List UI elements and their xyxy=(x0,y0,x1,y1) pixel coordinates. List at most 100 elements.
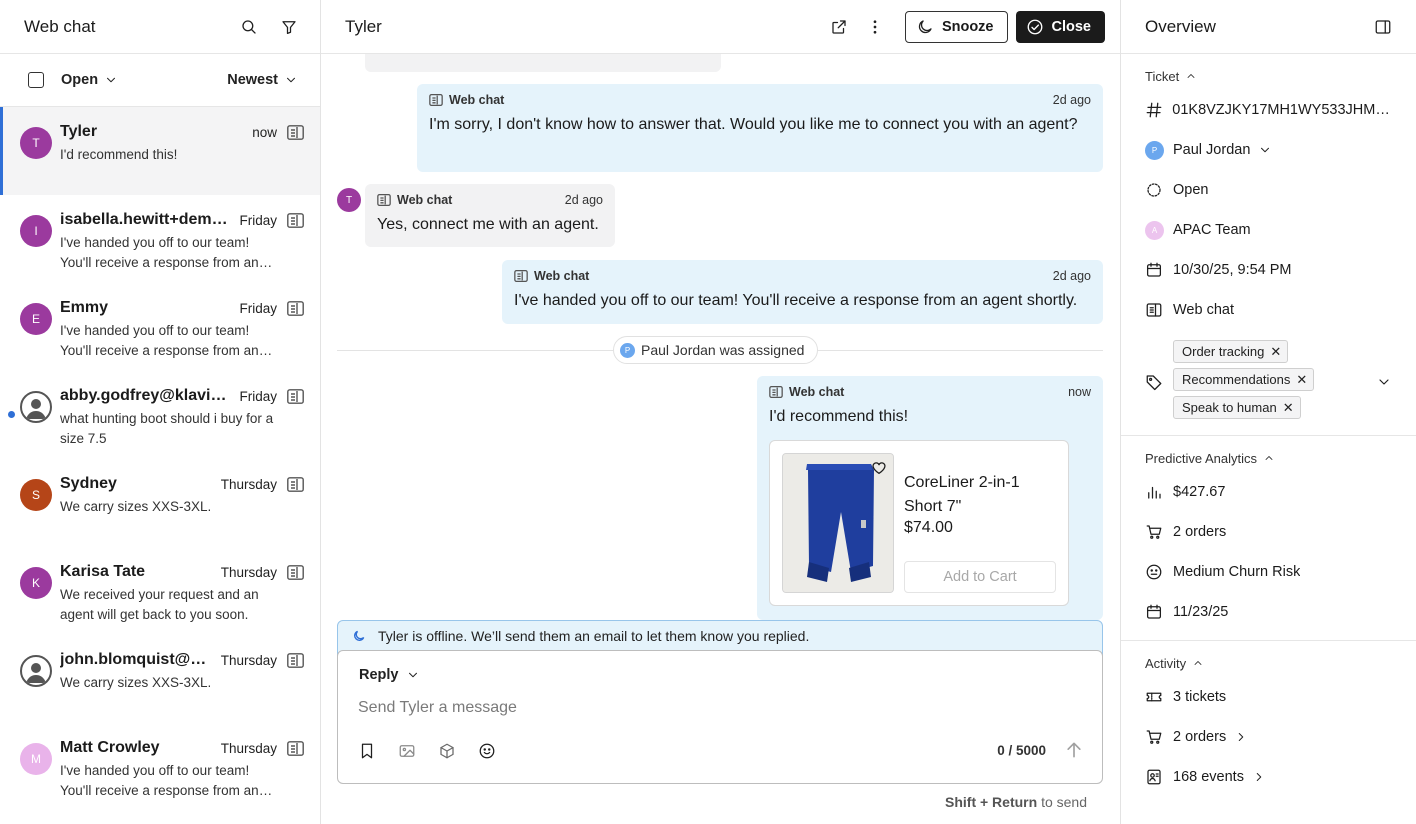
conversation-name: Tyler xyxy=(60,123,98,140)
message-bubble: Web chat 2d ago I'm sorry, I don't know … xyxy=(417,84,1103,172)
close-ticket-button[interactable]: Close xyxy=(1015,10,1105,43)
web-chat-icon xyxy=(287,124,304,140)
ticket-section-toggle[interactable]: Ticket xyxy=(1145,66,1392,86)
predictive-analytics-section: Predictive Analytics $427.67 2 orders Me… xyxy=(1121,436,1416,641)
conversation-time: Thursday xyxy=(220,564,277,580)
team-row[interactable]: A APAC Team xyxy=(1145,210,1392,250)
conversation-item[interactable]: M Matt Crowley Thursday I've handed you … xyxy=(0,723,320,811)
add-to-cart-button[interactable]: Add to Cart xyxy=(904,561,1056,593)
sidebar-icon xyxy=(1375,19,1391,34)
remove-tag-button[interactable]: ✕ xyxy=(1296,372,1307,388)
conversation-item[interactable]: K Karisa Tate Thursday We received your … xyxy=(0,547,320,635)
filter-button[interactable] xyxy=(276,14,302,40)
product-name: CoreLiner 2-in-1 Short 7" xyxy=(904,474,1020,515)
favorite-button[interactable] xyxy=(871,460,887,476)
activity-orders-row[interactable]: 2 orders xyxy=(1145,717,1392,757)
conversation-item[interactable]: E Emmy Friday I've handed you off to our… xyxy=(0,283,320,371)
product-card[interactable]: CoreLiner 2-in-1 Short 7" $74.00 Add to … xyxy=(769,440,1069,606)
profile-card-icon xyxy=(1147,769,1161,785)
activity-section-toggle[interactable]: Activity xyxy=(1145,653,1392,673)
chevron-up-icon xyxy=(1194,661,1202,665)
assignee-avatar: P xyxy=(1145,140,1164,160)
moon-icon xyxy=(918,19,932,33)
conversation-preview: I've handed you off to our team! You'll … xyxy=(60,235,259,270)
conversation-preview: I've handed you off to our team! You'll … xyxy=(60,763,259,798)
message-input[interactable] xyxy=(358,699,1058,717)
emoji-icon xyxy=(479,743,495,759)
unread-dot xyxy=(8,411,15,418)
search-button[interactable] xyxy=(236,14,262,40)
inbox-title: Web chat xyxy=(24,16,96,36)
sort-dropdown[interactable]: Newest xyxy=(227,72,298,88)
send-hint: Shift + Return to send xyxy=(945,794,1087,810)
message-bubble: Web chat now I'd recommend this! CoreLin xyxy=(757,376,1103,620)
conversation-item[interactable]: T Tyler now I'd recommend this! xyxy=(0,107,320,195)
toggle-sidebar-button[interactable] xyxy=(1374,18,1392,36)
insert-image-button[interactable] xyxy=(397,741,417,761)
conversation-time: Friday xyxy=(239,300,277,316)
neutral-face-icon xyxy=(1146,564,1162,580)
tickets-row[interactable]: 3 tickets xyxy=(1145,677,1392,717)
message-text: Yes, connect me with an agent. xyxy=(377,216,599,233)
emoji-button[interactable] xyxy=(477,741,497,761)
expand-tags-button[interactable] xyxy=(1376,374,1392,390)
conversation-item[interactable]: abby.godfrey@klaviyo.com Friday what hun… xyxy=(0,371,320,459)
chat-panel: Tyler Snooze Close Web chat 2d ago I'm s… xyxy=(321,0,1120,824)
chevron-down-icon xyxy=(1379,379,1389,385)
tag-list: Order tracking ✕ Recommendations ✕ Speak t… xyxy=(1173,340,1376,424)
team-avatar: A xyxy=(1145,220,1164,240)
saved-replies-button[interactable] xyxy=(357,741,377,761)
more-options-button[interactable] xyxy=(861,13,889,41)
conversation-preview: We received your request and an agent wi… xyxy=(60,587,259,622)
conversation-time: Thursday xyxy=(220,740,277,756)
ticket-section: Ticket 01K8VZJKY17MH1WY533JHMD... P Paul… xyxy=(1121,54,1416,436)
open-external-button[interactable] xyxy=(825,13,853,41)
tag-chip[interactable]: Order tracking ✕ xyxy=(1173,340,1289,363)
calendar-icon xyxy=(1146,604,1162,619)
conversation-name: Matt Crowley xyxy=(60,739,160,756)
search-icon xyxy=(242,19,256,34)
message-bubble: Web chat 2d ago Yes, connect me with an … xyxy=(365,184,615,247)
snooze-button[interactable]: Snooze xyxy=(904,10,1008,43)
web-chat-icon xyxy=(287,212,304,228)
chevron-down-icon xyxy=(408,672,417,678)
product-price: $74.00 xyxy=(904,519,953,536)
status-filter-dropdown[interactable]: Open xyxy=(61,72,118,88)
conversation-item[interactable]: john.blomquist@klaviyo.com Thursday We c… xyxy=(0,635,320,723)
churn-row: Medium Churn Risk xyxy=(1145,552,1392,592)
clv-value: $427.67 xyxy=(1173,484,1226,500)
avatar: E xyxy=(20,303,52,335)
clv-row: $427.67 xyxy=(1145,472,1392,512)
avatar: S xyxy=(20,479,52,511)
conversation-time: Thursday xyxy=(220,652,277,668)
activity-section: Activity 3 tickets 2 orders 168 events xyxy=(1121,641,1416,797)
tag-chip[interactable]: Speak to human ✕ xyxy=(1173,396,1301,419)
conversation-item[interactable]: S Sydney Thursday We carry sizes XXS-3XL… xyxy=(0,459,320,547)
conversation-preview: We carry sizes XXS-3XL. xyxy=(60,499,212,514)
next-order-row: 11/23/25 xyxy=(1145,592,1392,632)
chevron-up-icon xyxy=(1187,74,1195,78)
insert-product-button[interactable] xyxy=(437,741,457,761)
conversation-time: Friday xyxy=(239,212,277,228)
remove-tag-button[interactable]: ✕ xyxy=(1270,344,1281,360)
filter-icon xyxy=(282,20,296,34)
conversation-item[interactable]: I isabella.hewitt+demo@klaviyo.com Frida… xyxy=(0,195,320,283)
heart-icon xyxy=(872,462,886,474)
status-row[interactable]: Open xyxy=(1145,170,1392,210)
remove-tag-button[interactable]: ✕ xyxy=(1283,400,1294,416)
events-row[interactable]: 168 events xyxy=(1145,757,1392,797)
web-chat-icon xyxy=(287,740,304,756)
assignee-row[interactable]: P Paul Jordan xyxy=(1145,130,1392,170)
send-button[interactable] xyxy=(1064,740,1084,760)
select-all-checkbox[interactable] xyxy=(28,72,44,88)
events-count: 168 events xyxy=(1173,769,1244,785)
bookmark-icon xyxy=(361,743,373,759)
analytics-section-toggle[interactable]: Predictive Analytics xyxy=(1145,448,1392,468)
reply-mode-dropdown[interactable]: Reply xyxy=(359,667,420,683)
tag-chip[interactable]: Recommendations ✕ xyxy=(1173,368,1315,391)
chat-title: Tyler xyxy=(345,16,382,36)
ticket-status: Open xyxy=(1173,182,1209,198)
web-chat-icon xyxy=(287,388,304,404)
tickets-count: 3 tickets xyxy=(1173,689,1227,705)
channel-name: Web chat xyxy=(1173,302,1234,318)
